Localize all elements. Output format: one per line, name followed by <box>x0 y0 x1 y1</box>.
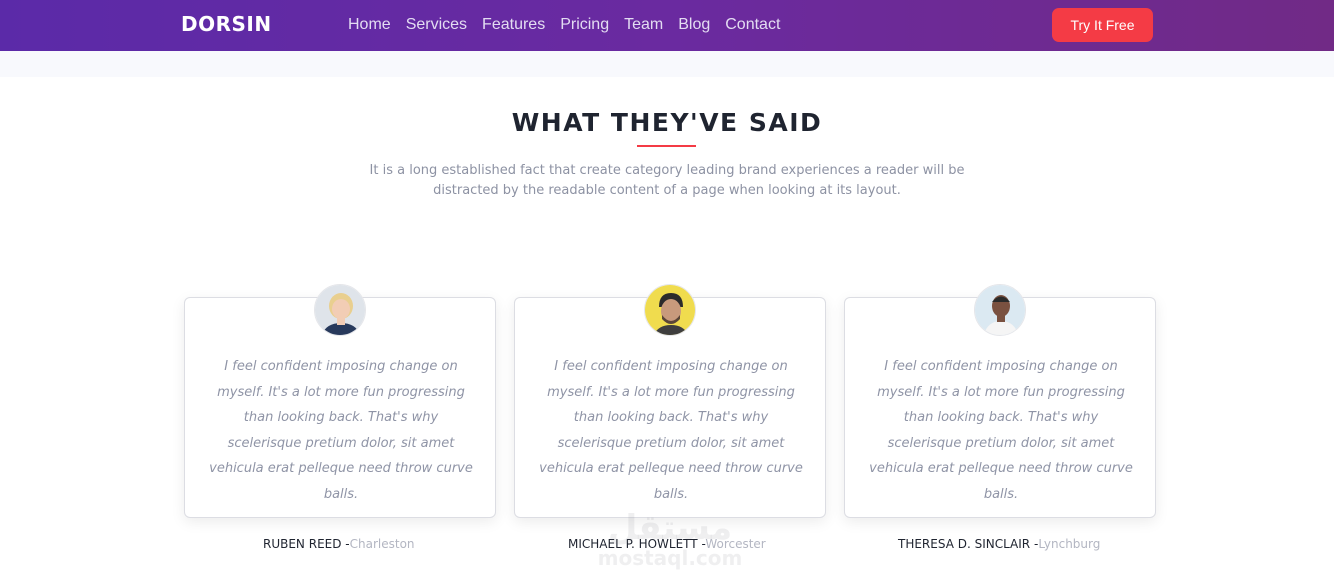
testimonial-quote: I feel confident imposing change on myse… <box>539 359 803 502</box>
section-divider-strip <box>0 51 1334 77</box>
nav-link-features[interactable]: Features <box>482 16 545 34</box>
nav-link-blog[interactable]: Blog <box>678 16 710 34</box>
avatar-portrait-icon <box>975 285 1025 335</box>
nav-link-pricing[interactable]: Pricing <box>560 16 609 34</box>
avatar <box>314 284 366 336</box>
testimonial-author: MICHAEL P. HOWLETT -Worcester <box>568 537 766 551</box>
title-underline <box>637 145 696 147</box>
avatar-portrait-icon <box>645 285 695 335</box>
navbar: DORSIN Home Services Features Pricing Te… <box>0 0 1334 51</box>
nav-link-team[interactable]: Team <box>624 16 663 34</box>
author-name: RUBEN REED <box>263 537 342 551</box>
section-description: It is a long established fact that creat… <box>369 163 965 198</box>
author-separator: - <box>341 537 350 551</box>
avatar-portrait-icon <box>315 285 365 335</box>
brand-logo[interactable]: DORSIN <box>181 12 272 36</box>
avatar <box>644 284 696 336</box>
nav-link-contact[interactable]: Contact <box>725 16 780 34</box>
author-city: Charleston <box>349 537 415 551</box>
author-name: MICHAEL P. HOWLETT <box>568 537 698 551</box>
nav-menu: Home Services Features Pricing Team Blog… <box>348 16 795 34</box>
author-city: Lynchburg <box>1038 537 1101 551</box>
avatar <box>974 284 1026 336</box>
testimonial-quote: I feel confident imposing change on myse… <box>209 359 473 502</box>
testimonial-quote: I feel confident imposing change on myse… <box>869 359 1133 502</box>
try-it-free-button[interactable]: Try It Free <box>1052 8 1153 42</box>
nav-link-services[interactable]: Services <box>406 16 467 34</box>
section-title: WHAT THEY'VE SAID <box>511 108 823 137</box>
nav-link-home[interactable]: Home <box>348 16 391 34</box>
testimonial-author: THERESA D. SINCLAIR -Lynchburg <box>898 537 1100 551</box>
author-name: THERESA D. SINCLAIR <box>898 537 1031 551</box>
testimonial-author: RUBEN REED -Charleston <box>263 537 415 551</box>
author-city: Worcester <box>705 537 766 551</box>
